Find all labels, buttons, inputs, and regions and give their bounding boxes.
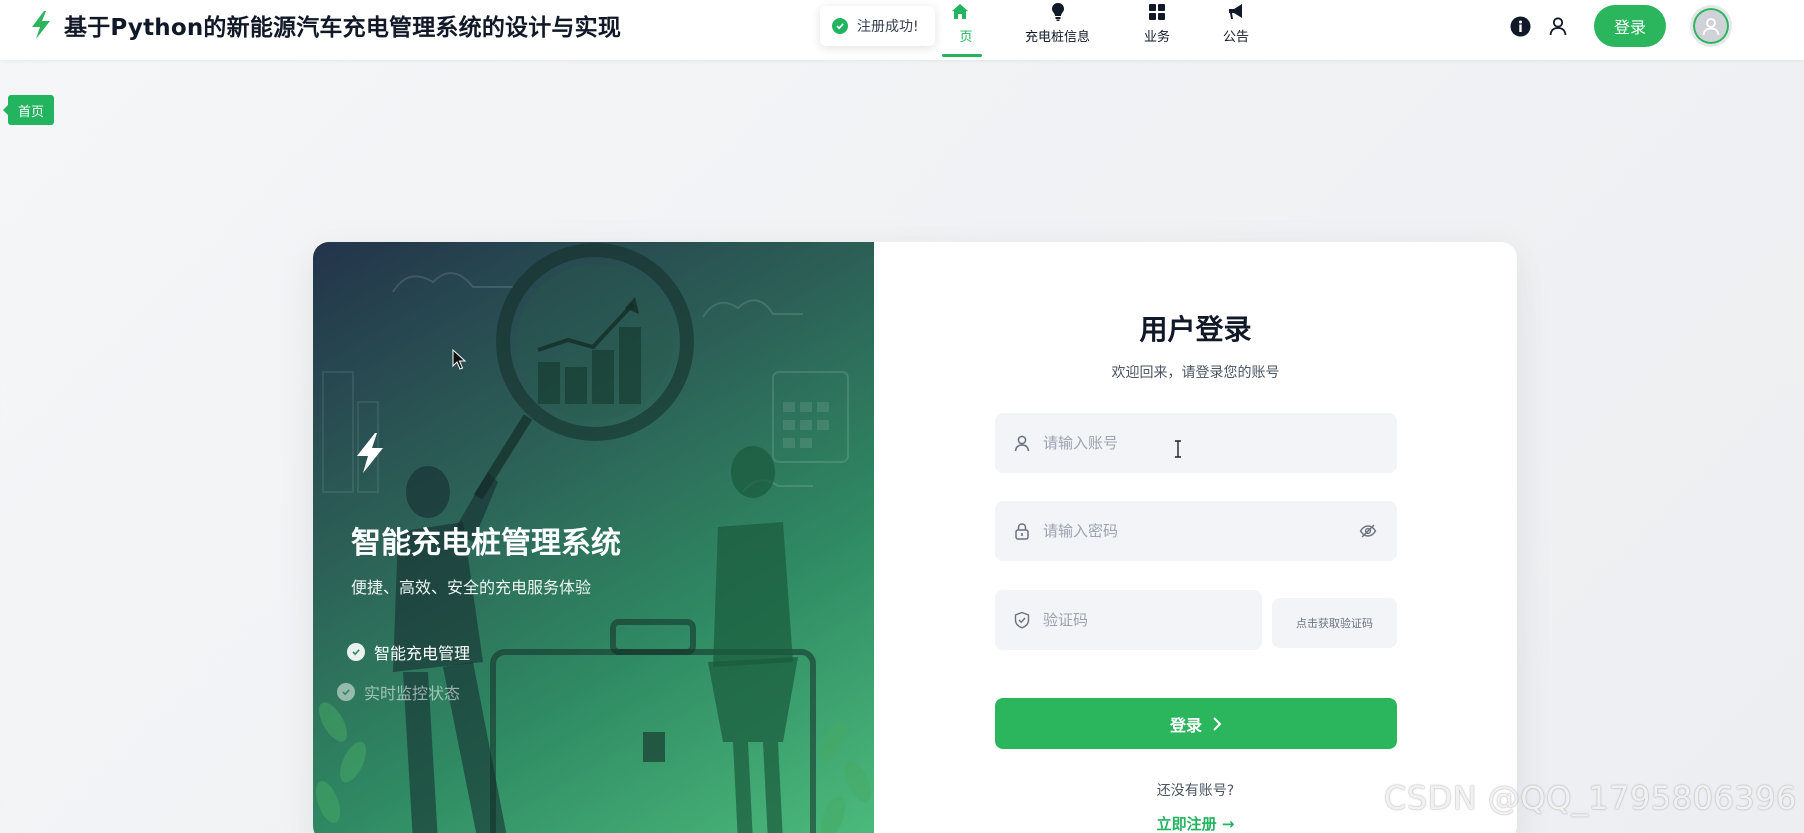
check-icon [347,643,365,661]
promo-title: 智能充电桩管理系统 [351,526,621,561]
arrow-right-icon: → [1221,815,1235,833]
login-subtitle: 欢迎回来，请登录您的账号 [1111,365,1280,381]
avatar-person-icon [1702,18,1720,36]
check-circle-icon [832,18,848,34]
mouse-pointer-icon [452,349,466,370]
login-submit-button[interactable]: 登录 [995,698,1397,749]
feature-item: 智能充电管理 [347,640,470,664]
header-actions: 登录 [1508,4,1733,48]
nav-item-business[interactable]: 业务 [1115,0,1199,58]
nav-label-home: 页 [959,30,973,45]
feature-label: 实时监控状态 [364,684,461,703]
lightning-icon [357,433,383,473]
login-title: 用户登录 [1139,313,1252,346]
avatar[interactable] [1690,5,1733,47]
nav-item-charging-info[interactable]: 充电桩信息 [1000,0,1115,58]
password-field[interactable] [995,501,1397,561]
text-cursor-icon [1175,440,1181,458]
promo-panel: 智能充电桩管理系统 便捷、高效、安全的充电服务体验 智能充电管理 实时监控状态 [313,242,874,833]
user-icon[interactable] [1546,14,1570,38]
check-icon [337,683,355,701]
register-link-label: 立即注册 [1156,815,1217,833]
user-icon [1014,435,1030,452]
nav-item-announcement[interactable]: 公告 [1199,0,1273,58]
grid-icon [1149,4,1165,20]
get-captcha-button[interactable]: 点击获取验证码 [1272,598,1397,648]
nav-label-charging-info: 充电桩信息 [1024,30,1090,45]
home-icon [952,4,968,19]
lock-icon [1015,523,1029,540]
lightning-icon [32,11,50,39]
megaphone-icon [1229,4,1242,19]
brand[interactable]: 基于Python的新能源汽车充电管理系统的设计与实现 [28,8,621,42]
lightbulb-icon [1051,3,1064,21]
eye-off-icon[interactable] [1359,522,1377,540]
username-input[interactable] [1043,423,1397,463]
feature-label: 智能充电管理 [374,644,471,663]
main-nav: 页 充电桩信息 业务 公告 [920,0,1273,58]
nav-label-announcement: 公告 [1222,30,1249,45]
app-title: 基于Python的新能源汽车充电管理系统的设计与实现 [64,15,622,41]
header-login-button[interactable]: 登录 [1594,5,1667,47]
chevron-right-icon [1213,716,1222,731]
captcha-input[interactable] [1043,600,1262,640]
toast-message: 注册成功! [857,19,919,35]
success-toast: 注册成功! [820,6,935,46]
nav-label-business: 业务 [1143,30,1170,45]
login-card: 智能充电桩管理系统 便捷、高效、安全的充电服务体验 智能充电管理 实时监控状态 … [313,242,1517,833]
login-submit-label: 登录 [1169,715,1202,735]
captcha-field[interactable] [995,590,1262,650]
password-input[interactable] [1043,511,1359,551]
shield-check-icon [1014,611,1030,629]
promo-subtitle: 便捷、高效、安全的充电服务体验 [351,578,592,597]
info-icon[interactable] [1508,14,1532,38]
breadcrumb-tag-home[interactable]: 首页 [2,95,55,125]
username-field[interactable] [995,413,1397,473]
watermark-text: CSDN @QQ_1795806396 [1384,779,1797,817]
feature-item: 实时监控状态 [337,680,460,704]
